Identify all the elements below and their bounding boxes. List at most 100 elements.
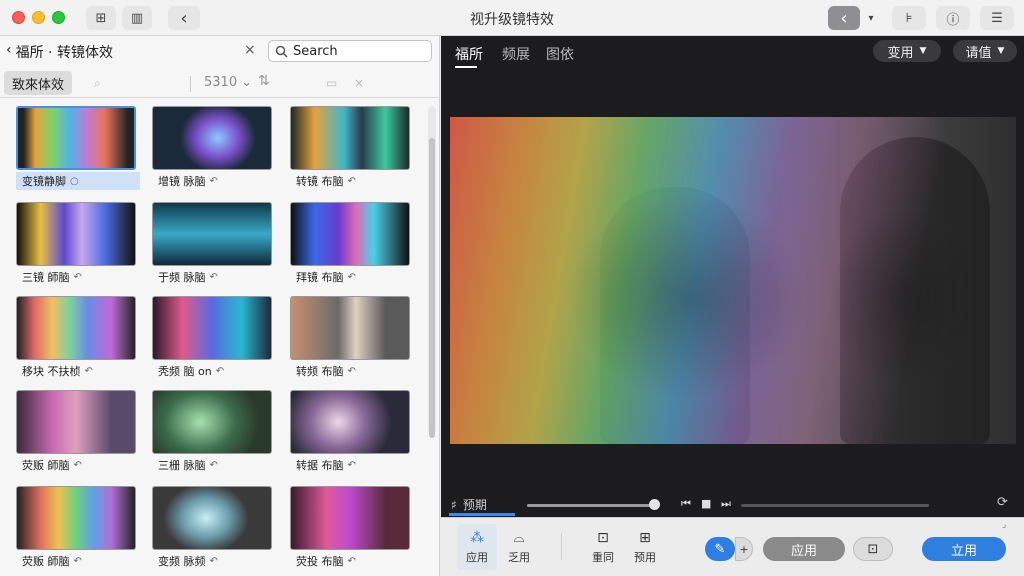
effect-info-icon[interactable]: ○ xyxy=(70,176,79,187)
faded-tool-icon: ⌕ xyxy=(94,76,101,90)
sparkle-icon: ⁂ xyxy=(470,529,484,546)
effect-info-icon[interactable]: ↶ xyxy=(74,272,82,283)
effect-tile[interactable]: 秃频 脑 on ↶ xyxy=(152,296,276,380)
effect-info-icon[interactable]: ↶ xyxy=(348,556,356,567)
effect-label: 拜镜 布脑 xyxy=(296,271,344,284)
apply-primary-button[interactable]: 立用 xyxy=(922,537,1006,561)
effect-caption: 秃频 脑 on ↶ xyxy=(152,362,276,380)
effect-tile[interactable]: 荧投 布脑 ↶ xyxy=(290,486,414,570)
timeline-playhead[interactable] xyxy=(649,499,660,510)
tool-apply[interactable]: ⁂ 应用 xyxy=(457,524,497,570)
effect-label: 荧贩 師脑 xyxy=(22,555,70,568)
tab-2[interactable]: 图依 xyxy=(546,44,574,64)
effect-info-icon[interactable]: ↶ xyxy=(210,272,218,283)
back-breadcrumb[interactable]: ‹ 福所 · 转镜体效 xyxy=(6,42,113,62)
grid-view-icon[interactable]: ⊞ xyxy=(86,6,116,30)
tool-label: 重同 xyxy=(592,550,614,564)
timeline-track-secondary[interactable] xyxy=(741,504,929,507)
effect-tile[interactable]: 转据 布脑 ↶ xyxy=(290,390,414,474)
effect-tile[interactable]: 三镜 師脑 ↶ xyxy=(16,202,140,286)
effects-grid: 变镜静脚 ○ 增镜 脉脑 ↶ 转镜 布脑 ↶ 三镜 師脑 ↶ 于频 脉脑 ↶ 拜镜 布脑 ↶ 移块 不扶… xyxy=(10,106,420,576)
active-tab-indicator xyxy=(455,66,477,68)
effect-tile[interactable]: 转镜 布脑 ↶ xyxy=(290,106,414,190)
effect-picker-button[interactable]: ✎ xyxy=(705,537,735,561)
close-icon[interactable]: × xyxy=(244,42,256,58)
effect-info-icon[interactable]: ↶ xyxy=(348,176,356,187)
search-field[interactable] xyxy=(268,40,432,62)
effect-tile[interactable]: 于频 脉脑 ↶ xyxy=(152,202,276,286)
apply-dropdown[interactable]: 变用 ▼ xyxy=(873,40,941,62)
zoom-window-button[interactable] xyxy=(52,11,65,24)
resize-grip-icon[interactable]: ⌟ xyxy=(1002,520,1006,530)
effect-info-icon[interactable]: ↶ xyxy=(74,460,82,471)
effect-thumbnail xyxy=(16,390,136,454)
effect-tile[interactable]: 转频 布脑 ↶ xyxy=(290,296,414,380)
sort-icon[interactable]: ⇅ xyxy=(258,73,270,89)
tool-reset[interactable]: ⊡ 重同 xyxy=(583,524,623,570)
effect-label: 转据 布脑 xyxy=(296,459,344,472)
effect-tile[interactable]: 拜镜 布脑 ↶ xyxy=(290,202,414,286)
effect-caption: 转镜 布脑 ↶ xyxy=(290,172,414,190)
back-arrow-icon[interactable]: ‹ xyxy=(828,6,860,30)
effect-tile[interactable]: 变频 脉频 ↶ xyxy=(152,486,276,570)
share-icon[interactable]: ⊧ xyxy=(892,6,926,30)
effect-info-icon[interactable]: ↶ xyxy=(348,460,356,471)
apply-dropdown-label: 变用 xyxy=(887,45,914,61)
effect-tile[interactable]: 变镜静脚 ○ xyxy=(16,106,140,190)
preview-shading xyxy=(450,117,1016,444)
effect-caption: 三栅 脉脑 ↶ xyxy=(152,456,276,474)
effect-info-icon[interactable]: ↶ xyxy=(85,366,93,377)
bottom-toolbar: ⁂ 应用 ⌓ 乏用 ⊡ 重同 ⊞ 预用 ✎ + 应用 ⊡ 立用 xyxy=(441,517,1024,576)
effect-caption: 荧投 布脑 ↶ xyxy=(290,552,414,570)
effect-tile[interactable]: 荧贩 師脑 ↶ xyxy=(16,486,140,570)
loop-icon[interactable]: ⟳ xyxy=(997,495,1008,510)
skip-forward-icon[interactable]: ⏭ xyxy=(721,497,731,511)
chevron-down-icon[interactable]: ▾ xyxy=(862,6,880,30)
timeline-track[interactable] xyxy=(527,504,657,507)
tool-preset[interactable]: ⊞ 预用 xyxy=(625,524,665,570)
category-tab[interactable]: 致來体效 xyxy=(4,71,73,95)
effect-thumbnail xyxy=(152,486,272,550)
chevron-down-icon: ▼ xyxy=(919,46,927,56)
info-icon[interactable]: ⓘ xyxy=(936,6,970,30)
effect-caption: 转频 布脑 ↶ xyxy=(290,362,414,380)
browser-header: ‹ 福所 · 转镜体效 × xyxy=(0,36,440,66)
tab-0[interactable]: 福所 xyxy=(455,44,483,64)
faded-close-icon: × xyxy=(354,76,365,90)
skip-back-icon[interactable]: ⏮ xyxy=(681,497,691,511)
video-preview[interactable] xyxy=(450,117,1016,444)
stop-icon[interactable]: ■ xyxy=(701,497,711,510)
effect-info-icon[interactable]: ↶ xyxy=(74,556,82,567)
list-icon[interactable]: ☰ xyxy=(980,6,1014,30)
search-input[interactable] xyxy=(293,43,423,59)
effect-info-icon[interactable]: ↶ xyxy=(210,460,218,471)
effect-thumbnail xyxy=(290,106,410,170)
effect-label: 三栅 脉脑 xyxy=(158,459,206,472)
effect-tile[interactable]: 三栅 脉脑 ↶ xyxy=(152,390,276,474)
tab-1[interactable]: 频展 xyxy=(502,44,530,64)
tool-fade[interactable]: ⌓ 乏用 xyxy=(499,524,539,570)
effect-info-icon[interactable]: ↶ xyxy=(216,366,224,377)
effect-thumbnail xyxy=(16,486,136,550)
effect-info-icon[interactable]: ↶ xyxy=(348,366,356,377)
apply-secondary-button[interactable]: 应用 xyxy=(763,537,845,561)
effect-tile[interactable]: 荧贩 師脑 ↶ xyxy=(16,390,140,474)
divider xyxy=(190,76,191,92)
split-view-icon[interactable]: ▥ xyxy=(122,6,152,30)
add-effect-button[interactable]: + xyxy=(735,537,753,561)
effect-info-icon[interactable]: ↶ xyxy=(348,272,356,283)
browser-toolbar: 致來体效 ⌕ 5310 ⌄ ⇅ ▭ × xyxy=(0,68,440,98)
effect-tile[interactable]: 增镜 脉脑 ↶ xyxy=(152,106,276,190)
close-window-button[interactable] xyxy=(12,11,25,24)
effect-info-icon[interactable]: ↶ xyxy=(210,176,218,187)
scrollbar-thumb[interactable] xyxy=(429,138,435,438)
minimize-window-button[interactable] xyxy=(32,11,45,24)
crop-button[interactable]: ⊡ xyxy=(853,537,893,561)
item-count[interactable]: 5310 ⌄ xyxy=(204,75,252,90)
effect-thumbnail xyxy=(290,390,410,454)
timeline-label: ♯ 预期 xyxy=(451,496,487,513)
back-nav-icon[interactable]: ‹ xyxy=(168,6,200,30)
effect-info-icon[interactable]: ↶ xyxy=(210,556,218,567)
settings-dropdown[interactable]: 请值 ▼ xyxy=(953,40,1017,62)
effect-tile[interactable]: 移块 不扶桢 ↶ xyxy=(16,296,140,380)
